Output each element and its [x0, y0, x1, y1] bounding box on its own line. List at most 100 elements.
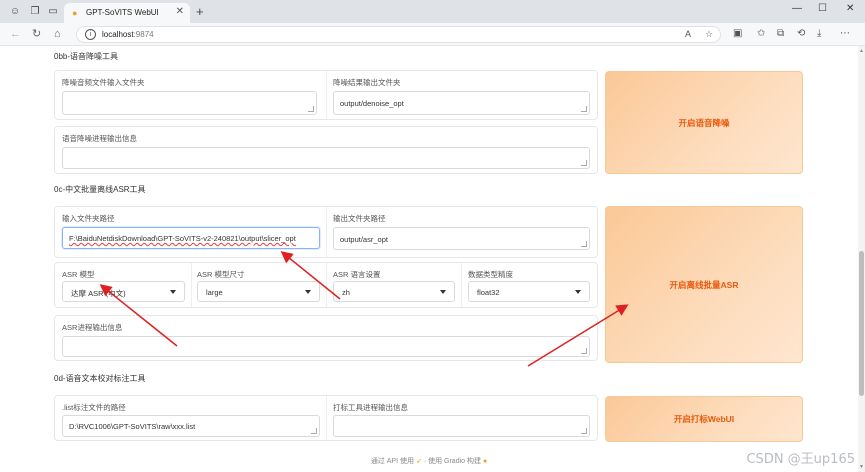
start-labeling-webui-button[interactable]: 开启打标WebUI — [605, 396, 803, 442]
denoise-output-label: 降噪结果输出文件夹 — [333, 78, 401, 87]
asr-input-field[interactable]: F:\BaiduNetdiskDownload\GPT-SoVITS-v2-24… — [62, 227, 320, 249]
asr-precision-label: 数据类型精度 — [468, 270, 513, 279]
asr-output-value: output/asr_opt — [340, 235, 388, 244]
gradio-app: 0bb-语音降噪工具 降噪音频文件输入文件夹 降噪结果输出文件夹 output/… — [48, 46, 810, 472]
labeling-path-value: D:\RVC1006\GPT-SoVITS\raw\xxx.list — [69, 422, 196, 431]
read-aloud-icon[interactable]: A — [685, 29, 691, 39]
asr-precision-value: float32 — [477, 288, 500, 297]
asr-size-label: ASR 模型尺寸 — [197, 270, 245, 279]
history-icon[interactable]: ⟲ — [797, 28, 805, 40]
profile-icon[interactable]: ☺ — [8, 5, 22, 19]
asr-section-title: 0c-中文批量离线ASR工具 — [54, 185, 146, 194]
divider — [326, 396, 327, 440]
asr-info-field[interactable] — [62, 336, 590, 357]
page-scrollbar[interactable]: ▲ ▼ — [858, 46, 865, 472]
asr-info-panel: ASR进程输出信息 — [54, 315, 598, 361]
asr-lang-label: ASR 语言设置 — [333, 270, 381, 279]
asr-input-label: 输入文件夹路径 — [62, 214, 115, 223]
denoise-info-label: 语音降噪进程输出信息 — [62, 134, 137, 143]
site-info-icon[interactable]: i — [85, 29, 96, 40]
divider — [326, 71, 327, 119]
use-via-api-link[interactable]: 通过 API 使用 — [371, 458, 414, 465]
asr-io-panel: 输入文件夹路径 F:\BaiduNetdiskDownload\GPT-SoVI… — [54, 206, 598, 258]
denoise-input-label: 降噪音频文件输入文件夹 — [62, 78, 145, 87]
reload-icon[interactable]: ↻ — [32, 27, 41, 41]
start-denoise-button[interactable]: 开启语音降噪 — [605, 71, 803, 174]
tab-actions-icon[interactable]: ▭ — [46, 5, 60, 19]
rocket-icon: ➶ — [415, 458, 422, 465]
denoise-input-field[interactable] — [62, 91, 317, 115]
labeling-section-title: 0d-语音文本校对标注工具 — [54, 374, 146, 383]
asr-output-label: 输出文件夹路径 — [333, 214, 386, 223]
asr-model-value: 达摩 ASR (中文) — [71, 289, 126, 298]
labeling-panel: .list标注文件的路径 D:\RVC1006\GPT-SoVITS\raw\x… — [54, 395, 598, 441]
maximize-icon[interactable]: ☐ — [818, 3, 827, 14]
resize-grip-icon[interactable] — [581, 241, 587, 247]
denoise-output-value: output/denoise_opt — [340, 99, 404, 108]
url-text: localhost:9874 — [102, 30, 154, 39]
start-asr-button[interactable]: 开启离线批量ASR — [605, 206, 803, 363]
downloads-icon[interactable]: ⤓ — [817, 28, 821, 40]
asr-options-panel: ASR 模型 达摩 ASR (中文) ASR 模型尺寸 large ASR 语言… — [54, 262, 598, 308]
new-tab-icon[interactable]: + — [196, 4, 204, 19]
footer-separator: · — [423, 458, 427, 465]
divider — [326, 207, 327, 257]
asr-size-value: large — [206, 288, 223, 297]
scroll-up-icon[interactable]: ▲ — [858, 48, 865, 54]
url-port: :9874 — [133, 30, 154, 39]
denoise-info-field[interactable] — [62, 147, 590, 169]
resize-grip-icon[interactable] — [311, 428, 317, 434]
asr-info-label: ASR进程输出信息 — [62, 323, 123, 332]
asr-model-dropdown[interactable]: 达摩 ASR (中文) — [62, 281, 185, 302]
chevron-down-icon — [170, 290, 176, 294]
resize-grip-icon[interactable] — [308, 106, 314, 112]
resize-grip-icon[interactable] — [581, 106, 587, 112]
built-with-gradio-link[interactable]: 使用 Gradio 构建 — [428, 458, 481, 465]
more-menu-icon[interactable]: ⋯ — [840, 28, 850, 40]
labeling-info-field[interactable] — [333, 415, 590, 437]
scroll-down-icon[interactable]: ▼ — [858, 464, 865, 470]
resize-grip-icon[interactable] — [581, 348, 587, 354]
chevron-down-icon — [305, 290, 311, 294]
address-bar: ← ↻ ⌂ i localhost:9874 A ☆ ▣ ✩ ⧉ ⟲ ⤓ ⋯ — [0, 23, 865, 46]
asr-model-label: ASR 模型 — [62, 270, 95, 279]
favorite-star-icon[interactable]: ☆ — [705, 29, 713, 40]
csdn-watermark: CSDN @王up165 — [746, 452, 855, 467]
denoise-output-field[interactable]: output/denoise_opt — [333, 91, 590, 115]
gradio-footer: 通过 API 使用 ➶ · 使用 Gradio 构建 ● — [48, 456, 810, 466]
minimize-icon[interactable]: — — [792, 3, 802, 14]
resize-grip-icon[interactable] — [581, 160, 587, 166]
tab-title: GPT-SoVITS WebUI — [86, 8, 159, 17]
asr-size-dropdown[interactable]: large — [197, 281, 320, 302]
denoise-section-title: 0bb-语音降噪工具 — [54, 52, 119, 61]
collections-icon[interactable]: ⧉ — [777, 28, 784, 40]
labeling-path-field[interactable]: D:\RVC1006\GPT-SoVITS\raw\xxx.list — [62, 415, 320, 437]
chevron-down-icon — [575, 290, 581, 294]
gradio-logo-icon: ● — [482, 458, 488, 465]
page-viewport: 0bb-语音降噪工具 降噪音频文件输入文件夹 降噪结果输出文件夹 output/… — [0, 46, 858, 472]
asr-lang-value: zh — [342, 288, 350, 297]
divider — [191, 263, 192, 307]
tab-close-icon[interactable]: ✕ — [176, 6, 184, 17]
denoise-io-panel: 降噪音频文件输入文件夹 降噪结果输出文件夹 output/denoise_opt — [54, 70, 598, 120]
gradio-favicon-icon: ● — [72, 8, 78, 18]
url-field[interactable]: i localhost:9874 A ☆ — [76, 26, 721, 43]
window-close-icon[interactable]: ✕ — [846, 3, 854, 14]
browser-tab[interactable]: ● GPT-SoVITS WebUI ✕ — [64, 3, 190, 23]
asr-input-value: F:\BaiduNetdiskDownload\GPT-SoVITS-v2-24… — [69, 234, 296, 243]
scrollbar-thumb[interactable] — [859, 251, 864, 396]
denoise-info-panel: 语音降噪进程输出信息 — [54, 126, 598, 174]
divider — [326, 263, 327, 307]
chevron-down-icon — [440, 290, 446, 294]
labeling-path-label: .list标注文件的路径 — [62, 403, 126, 412]
extension-icon[interactable]: ▣ — [733, 28, 742, 40]
url-host: localhost — [102, 30, 134, 39]
favorites-icon[interactable]: ✩ — [757, 28, 765, 40]
asr-lang-dropdown[interactable]: zh — [333, 281, 455, 302]
resize-grip-icon[interactable] — [581, 428, 587, 434]
back-icon[interactable]: ← — [10, 27, 21, 41]
asr-precision-dropdown[interactable]: float32 — [468, 281, 590, 302]
asr-output-field[interactable]: output/asr_opt — [333, 227, 590, 250]
home-icon[interactable]: ⌂ — [54, 27, 61, 41]
workspaces-icon[interactable]: ❐ — [28, 5, 42, 19]
